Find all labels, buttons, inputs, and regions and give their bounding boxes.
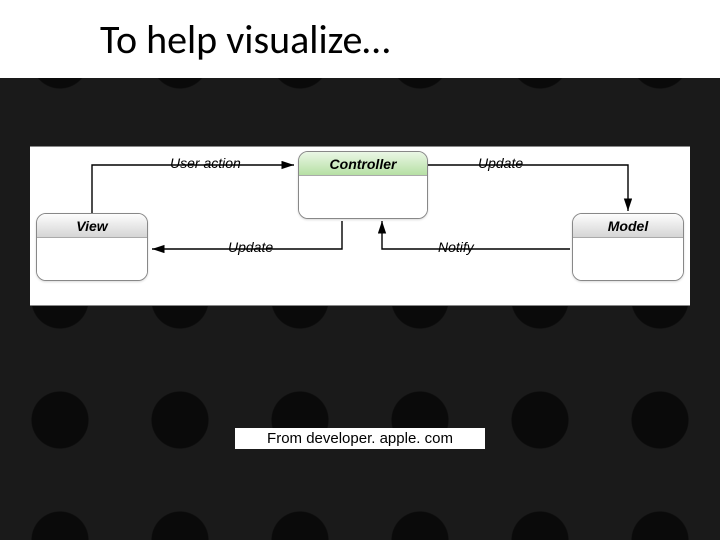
edge-label-notify: Notify bbox=[438, 239, 474, 255]
controller-node: Controller bbox=[298, 151, 428, 219]
caption: From developer. apple. com bbox=[235, 428, 485, 449]
model-node: Model bbox=[572, 213, 684, 281]
view-node-label: View bbox=[37, 214, 147, 238]
model-node-label: Model bbox=[573, 214, 683, 238]
controller-node-body bbox=[299, 176, 427, 218]
edge-label-user-action: User action bbox=[170, 155, 241, 171]
slide-title: To help visualize… bbox=[100, 15, 390, 64]
mvc-diagram: View Controller Model User action Update… bbox=[30, 146, 690, 306]
view-node-body bbox=[37, 238, 147, 280]
view-node: View bbox=[36, 213, 148, 281]
title-bar: To help visualize… bbox=[0, 0, 720, 78]
model-node-body bbox=[573, 238, 683, 280]
edge-label-update-bottom: Update bbox=[228, 239, 273, 255]
edge-label-update-top: Update bbox=[478, 155, 523, 171]
controller-node-label: Controller bbox=[299, 152, 427, 176]
